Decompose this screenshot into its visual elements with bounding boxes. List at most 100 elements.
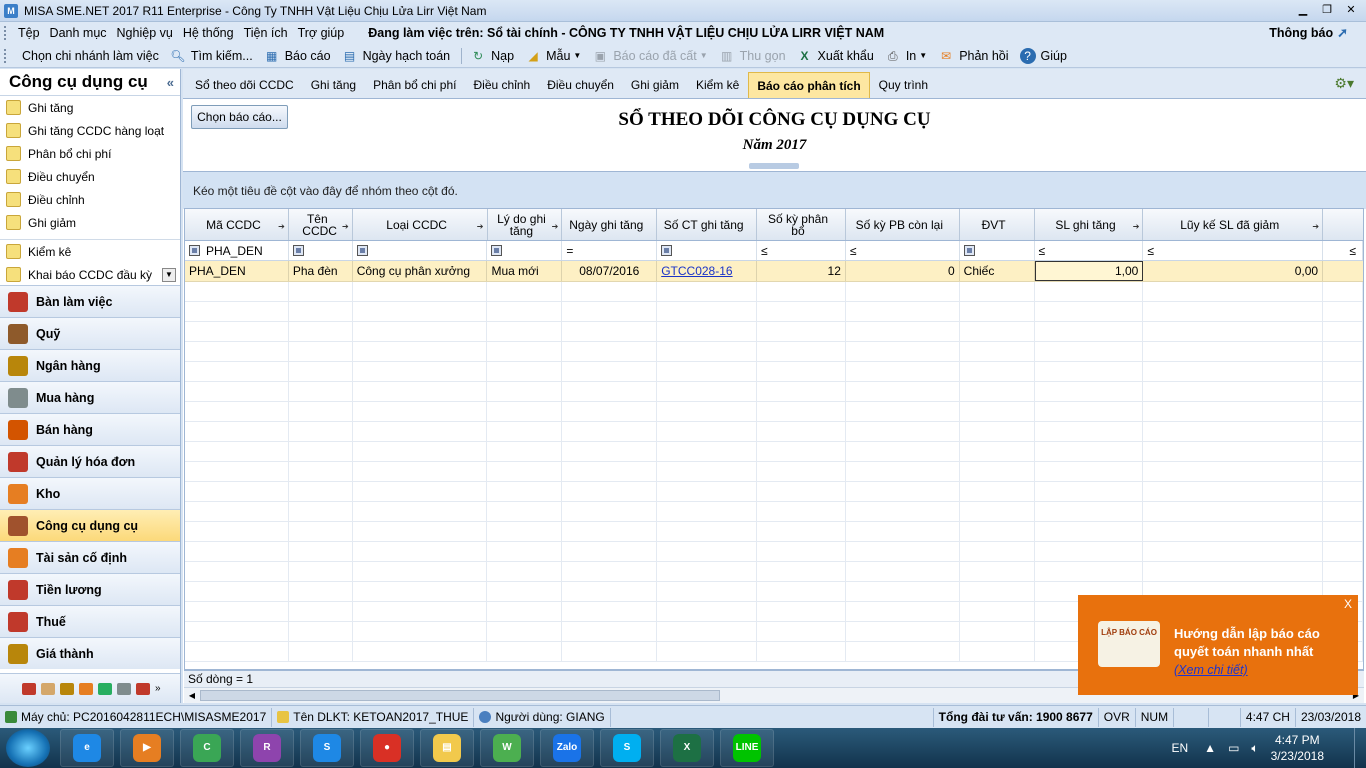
restore-button[interactable]: ❐ (1316, 2, 1338, 18)
cell-dvt[interactable]: Chiếc (960, 261, 1035, 281)
collapse-sidebar-icon[interactable]: « (167, 75, 174, 90)
feedback-button[interactable]: ✉ Phản hồi (938, 48, 1008, 64)
search-button[interactable]: 🔍︎ Tìm kiếm... (170, 48, 252, 64)
tab-kiem-ke[interactable]: Kiểm kê (688, 72, 747, 98)
taskbar-line-button[interactable]: LINE (720, 729, 774, 767)
scroll-left-icon[interactable]: ◀ (186, 690, 198, 702)
module-cong-cu-dung-cu[interactable]: Công cụ dụng cụ (0, 509, 180, 541)
taskbar-ie-button[interactable]: e (60, 729, 114, 767)
volume-icon[interactable]: 🔈︎ (1251, 741, 1258, 756)
help-button[interactable]: ? Giúp (1019, 47, 1067, 64)
filter-ten-ccdc[interactable] (289, 241, 353, 260)
cell-so-ct-link[interactable]: GTCC028-16 (657, 261, 758, 281)
tab-dieu-chuyen[interactable]: Điều chuyển (539, 72, 622, 98)
gear-icon[interactable]: ⚙▾ (1334, 75, 1354, 92)
task-kiem-ke[interactable]: Kiểm kê (0, 240, 180, 263)
mini-module-icon[interactable] (22, 682, 36, 695)
column-header-ly-do[interactable]: Lý do ghi tăng ➔ (488, 209, 563, 240)
task-ghi-giam[interactable]: Ghi giảm (0, 211, 180, 234)
pin-icon[interactable]: ➔ (1312, 221, 1319, 233)
filter-operator[interactable]: ≤ (1039, 244, 1046, 258)
filter-so-ky[interactable]: ≤ (757, 241, 846, 260)
menu-catalog[interactable]: Danh mục (50, 26, 107, 40)
report-button[interactable]: ▦ Báo cáo (264, 48, 331, 64)
filter-operator[interactable]: ≤ (1147, 244, 1154, 258)
filter-operator-icon[interactable] (189, 245, 200, 256)
menu-file[interactable]: Tệp (18, 26, 40, 40)
filter-dvt[interactable] (960, 241, 1035, 260)
taskbar-wechat-button[interactable]: W (480, 729, 534, 767)
minimize-button[interactable]: ▁ (1292, 2, 1314, 18)
filter-operator-icon[interactable] (292, 245, 304, 256)
expand-modules-icon[interactable]: » (155, 683, 163, 695)
filter-operator[interactable]: ≤ (850, 244, 857, 258)
filter-operator-icon[interactable] (963, 245, 975, 256)
mini-module-icon[interactable] (117, 682, 131, 695)
saved-report-button[interactable]: ▣ Báo cáo đã cất ▼ (592, 48, 708, 64)
column-header-ma-ccdc[interactable]: Mã CCDC ➔ (185, 209, 289, 240)
menu-system[interactable]: Hệ thống (183, 26, 234, 40)
refresh-button[interactable]: ↻ Nạp (470, 48, 514, 64)
task-ghi-tang-hang-loat[interactable]: Ghi tăng CCDC hàng loạt (0, 119, 180, 142)
scroll-down-icon[interactable]: ▼ (162, 267, 176, 282)
column-header-loai-ccdc[interactable]: Loại CCDC ➔ (353, 209, 488, 240)
splitter-grip[interactable] (749, 163, 799, 169)
tab-dieu-chinh[interactable]: Điều chỉnh (466, 72, 539, 98)
table-row[interactable]: PHA_DEN Pha đèn Công cụ phân xưởng Mua m… (185, 261, 1363, 282)
cell-so-ky-phan-bo[interactable]: 12 (757, 261, 846, 281)
cell-loai-ccdc[interactable]: Công cụ phân xưởng (353, 261, 488, 281)
close-button[interactable]: ✕ (1340, 2, 1362, 18)
filter-so-ky-con-lai[interactable]: ≤ (846, 241, 960, 260)
task-dieu-chinh[interactable]: Điều chỉnh (0, 188, 180, 211)
choose-branch-button[interactable]: Chọn chi nhánh làm việc (22, 49, 159, 63)
filter-extra[interactable]: ≤ (1323, 241, 1363, 260)
template-button[interactable]: ◢ Mẫu ▼ (525, 48, 581, 64)
filter-ma-ccdc[interactable]: PHA_DEN (185, 241, 289, 260)
module-gia-thanh[interactable]: Giá thành (0, 637, 180, 669)
mini-module-icon[interactable] (41, 682, 55, 695)
mini-module-icon[interactable] (98, 682, 112, 695)
filter-operator[interactable]: ≤ (1349, 244, 1356, 258)
taskbar-excel-button[interactable]: X (660, 729, 714, 767)
cell-so-ky-con-lai[interactable]: 0 (846, 261, 960, 281)
print-button[interactable]: ⎙ In ▼ (885, 48, 927, 64)
column-header-dvt[interactable]: ĐVT (960, 209, 1035, 240)
pin-icon[interactable]: ➔ (477, 221, 484, 233)
filter-operator-icon[interactable] (661, 245, 673, 256)
taskbar-media-button[interactable]: ▶ (120, 729, 174, 767)
cell-ngay-ghi-tang[interactable]: 08/07/2016 (562, 261, 658, 281)
cell-ma-ccdc[interactable]: PHA_DEN (185, 261, 289, 281)
module-ban-hang[interactable]: Bán hàng (0, 413, 180, 445)
taskbar-skype-button[interactable]: S (600, 729, 654, 767)
module-tien-luong[interactable]: Tiền lương (0, 573, 180, 605)
module-thue[interactable]: Thuế (0, 605, 180, 637)
tab-phan-bo-chi-phi[interactable]: Phân bổ chi phí (365, 72, 464, 98)
column-header-ten-ccdc[interactable]: Tên CCDC ➔ (289, 209, 353, 240)
taskbar-skype-s-button[interactable]: S (300, 729, 354, 767)
network-icon[interactable]: ▭ (1228, 741, 1239, 755)
close-popup-button[interactable]: X (1344, 597, 1352, 611)
tab-bao-cao-phan-tich[interactable]: Báo cáo phân tích (748, 72, 870, 98)
posting-date-button[interactable]: ▤ Ngày hạch toán (342, 48, 450, 64)
task-khai-bao-dau-ky[interactable]: Khai báo CCDC đầu kỳ ▼ (0, 263, 180, 286)
mini-module-icon[interactable] (79, 682, 93, 695)
pin-icon[interactable]: ➔ (278, 221, 285, 233)
filter-ly-do[interactable] (487, 241, 563, 260)
filter-so-ct[interactable] (657, 241, 758, 260)
tray-arrow-icon[interactable]: ▲ (1204, 741, 1216, 755)
filter-operator[interactable]: = (566, 244, 573, 258)
tab-so-theo-doi[interactable]: Sổ theo dõi CCDC (187, 72, 302, 98)
tab-quy-trinh[interactable]: Quy trình (871, 72, 936, 98)
notification-button[interactable]: Thông báo ➚ (1269, 25, 1348, 41)
start-button[interactable] (6, 729, 50, 767)
collapse-button[interactable]: ▥ Thu gọn (719, 48, 786, 64)
taskbar-coccoc-button[interactable]: C (180, 729, 234, 767)
cell-luy-ke[interactable]: 0,00 (1143, 261, 1324, 281)
module-ban-lam-viec[interactable]: Bàn làm việc (0, 285, 180, 317)
filter-luy-ke[interactable]: ≤ (1143, 241, 1324, 260)
module-mua-hang[interactable]: Mua hàng (0, 381, 180, 413)
show-desktop-button[interactable] (1354, 728, 1366, 768)
pin-icon[interactable]: ➔ (342, 221, 349, 233)
menu-utilities[interactable]: Tiện ích (244, 26, 288, 40)
tab-ghi-giam[interactable]: Ghi giảm (623, 72, 687, 98)
